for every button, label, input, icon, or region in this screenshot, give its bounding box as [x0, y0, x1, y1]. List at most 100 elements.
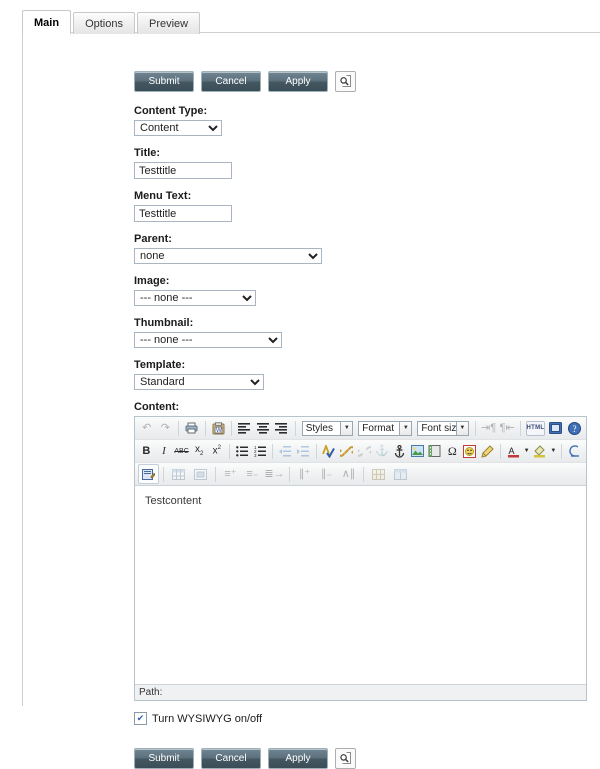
split-cell-icon[interactable] — [368, 464, 389, 484]
title-input[interactable] — [134, 162, 232, 179]
italic-icon[interactable]: I — [156, 441, 173, 461]
toolbar-separator — [363, 466, 364, 482]
thumbnail-select[interactable]: --- none --- — [134, 332, 282, 348]
font-size-select[interactable]: Font size ▼ — [417, 420, 469, 436]
insert-column-after-icon[interactable]: ∥₋ — [316, 464, 337, 484]
wysiwyg-checkbox[interactable]: ✔ — [134, 712, 147, 725]
check-icon: ✔ — [136, 713, 145, 723]
preview-button-top[interactable] — [335, 71, 356, 92]
help-icon[interactable]: ? — [566, 418, 584, 438]
menu-text-input[interactable] — [134, 205, 232, 222]
emoticon-icon[interactable] — [462, 441, 479, 461]
image-label: Image: — [134, 275, 170, 287]
parent-select[interactable]: none — [134, 248, 322, 264]
align-left-icon[interactable] — [236, 418, 254, 438]
template-label: Template: — [134, 359, 186, 371]
toolbar-separator — [178, 420, 180, 436]
delete-column-icon[interactable]: ∧∥ — [338, 464, 359, 484]
chevron-down-icon: ▼ — [455, 421, 468, 435]
direction-ltr-icon[interactable]: ⇥¶ — [480, 418, 498, 438]
tab-preview-label: Preview — [148, 18, 189, 30]
edit-css-icon[interactable] — [138, 464, 159, 484]
text-color-icon[interactable]: A — [505, 441, 522, 461]
align-center-icon[interactable] — [255, 418, 273, 438]
content-type-select[interactable]: Content — [134, 120, 222, 136]
bold-icon[interactable]: B — [138, 441, 155, 461]
direction-rtl-icon[interactable]: ¶⇤ — [498, 418, 516, 438]
parent-label: Parent: — [134, 233, 172, 245]
format-select[interactable]: Format ▼ — [358, 420, 413, 436]
top-action-buttons: Submit Cancel Apply — [134, 71, 594, 92]
align-right-icon[interactable] — [273, 418, 291, 438]
spellcheck-icon[interactable] — [321, 441, 338, 461]
special-character-icon[interactable]: Ω — [444, 441, 461, 461]
text-color-dropdown-icon[interactable]: ▼ — [523, 441, 531, 461]
table-properties-icon[interactable] — [190, 464, 211, 484]
apply-button-top[interactable]: Apply — [268, 71, 328, 92]
undo-icon[interactable]: ↶ — [138, 418, 156, 438]
anchor-icon[interactable]: ⚓ — [374, 441, 391, 461]
tab-main-label: Main — [34, 17, 60, 29]
paste-from-word-icon[interactable]: W — [210, 418, 228, 438]
background-color-icon[interactable] — [532, 441, 549, 461]
toolbar-separator — [294, 420, 296, 436]
redo-icon[interactable]: ↷ — [157, 418, 175, 438]
preview-button-bottom[interactable] — [335, 748, 356, 769]
unlink-icon[interactable] — [356, 441, 373, 461]
tab-bar: Main Options Preview — [22, 8, 202, 34]
editor-toolbar-row-3: ≡⁺ ≡₋ ≣→ ∥⁺ ∥₋ ∧∥ — [135, 463, 586, 486]
fullscreen-icon[interactable] — [547, 418, 565, 438]
tab-preview[interactable]: Preview — [136, 12, 201, 34]
tab-main[interactable]: Main — [22, 10, 72, 34]
wysiwyg-editor: ↶ ↷ W Styles ▼ Format ▼ Font size ▼ ⇥¶ ¶… — [134, 416, 587, 701]
editor-content-text: Testcontent — [145, 495, 202, 507]
insert-table-icon[interactable] — [168, 464, 189, 484]
superscript-icon[interactable]: x2 — [209, 441, 226, 461]
anchor-icon[interactable] — [391, 441, 408, 461]
apply-button-bottom[interactable]: Apply — [268, 748, 328, 769]
row-properties-icon[interactable]: ≡⁺ — [220, 464, 241, 484]
insert-column-before-icon[interactable]: ∥⁺ — [294, 464, 315, 484]
insert-media-icon[interactable] — [426, 441, 443, 461]
subscript-icon[interactable]: x2 — [191, 441, 208, 461]
editor-content-area[interactable]: Testcontent — [135, 486, 586, 685]
html-source-icon[interactable]: HTML — [525, 418, 546, 438]
template-select[interactable]: Standard — [134, 374, 264, 390]
remove-format-icon[interactable] — [566, 441, 583, 461]
magnifier-page-icon — [339, 75, 352, 88]
toolbar-separator — [519, 420, 521, 436]
insert-row-after-icon[interactable]: ≣→ — [264, 464, 285, 484]
cleanup-icon[interactable] — [479, 441, 496, 461]
magnifier-page-icon — [339, 752, 352, 765]
strikethrough-icon[interactable]: ABC — [173, 441, 190, 461]
print-icon[interactable] — [183, 418, 201, 438]
svg-text:W: W — [216, 428, 222, 434]
editor-toolbar-row-2: B I ABC x2 x2 123 ⚓ Ω A ▼ ▼ — [135, 440, 586, 463]
bottom-action-buttons: Submit Cancel Apply — [134, 748, 594, 769]
bullet-list-icon[interactable] — [234, 441, 251, 461]
cancel-button-top[interactable]: Cancel — [201, 71, 261, 92]
tab-options[interactable]: Options — [73, 12, 135, 34]
numbered-list-icon[interactable]: 123 — [252, 441, 269, 461]
submit-button-bottom[interactable]: Submit — [134, 748, 194, 769]
format-select-value: Format — [362, 422, 394, 434]
wysiwyg-toggle-row: ✔ Turn WYSIWYG on/off — [134, 712, 594, 725]
styles-select[interactable]: Styles ▼ — [301, 420, 354, 436]
indent-icon[interactable] — [295, 441, 312, 461]
insert-image-icon[interactable] — [409, 441, 426, 461]
cancel-button-bottom[interactable]: Cancel — [201, 748, 261, 769]
merge-cell-icon[interactable] — [390, 464, 411, 484]
tab-options-label: Options — [85, 18, 123, 30]
toolbar-separator — [272, 443, 274, 459]
toolbar-separator — [231, 420, 233, 436]
image-select[interactable]: --- none --- — [134, 290, 256, 306]
html-source-label: HTML — [525, 420, 546, 436]
submit-button-top[interactable]: Submit — [134, 71, 194, 92]
insert-link-icon[interactable] — [338, 441, 355, 461]
outdent-icon[interactable] — [277, 441, 294, 461]
svg-text:3: 3 — [254, 453, 257, 457]
insert-row-before-icon[interactable]: ≡₋ — [242, 464, 263, 484]
toolbar-separator — [289, 466, 290, 482]
background-color-dropdown-icon[interactable]: ▼ — [549, 441, 557, 461]
tab-panel-main: Submit Cancel Apply Content Type: Conten… — [22, 32, 600, 769]
